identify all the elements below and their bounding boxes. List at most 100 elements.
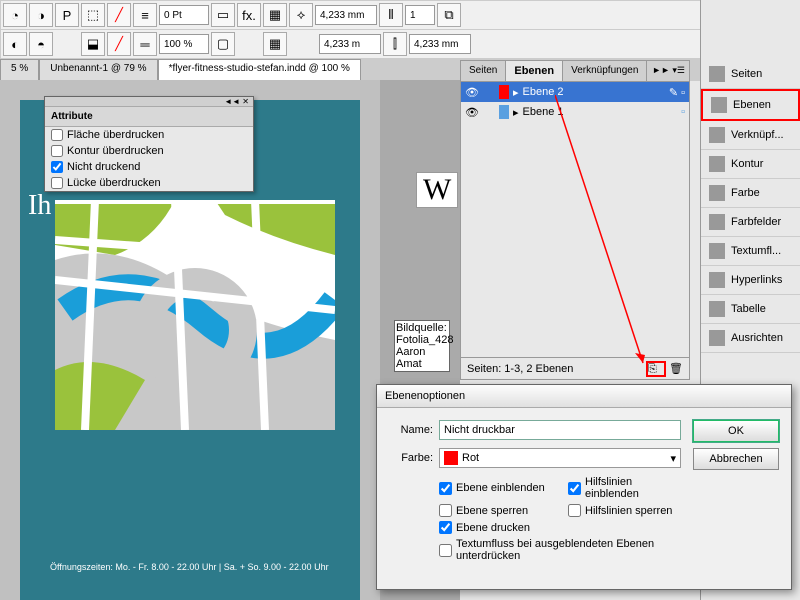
effects-icon[interactable]: ▭ [211, 3, 235, 27]
layers-footer: Seiten: 1-3, 2 Ebenen ⎘ 🗑 [461, 357, 689, 379]
suppress-wrap-check[interactable] [439, 544, 452, 557]
expand-icon[interactable]: ▸ [513, 86, 519, 99]
gutter-icon[interactable]: ⫿ [383, 32, 407, 56]
table-icon [709, 301, 725, 317]
label: Farbe [731, 187, 760, 199]
stroke-icon[interactable]: ╱ [107, 3, 131, 27]
nonprinting-check[interactable] [51, 161, 63, 173]
fx-icon[interactable]: fx. [237, 3, 261, 27]
name-label: Name: [389, 424, 433, 436]
links-tab[interactable]: Verknüpfungen [563, 61, 647, 81]
width-input[interactable] [315, 5, 377, 25]
fill-icon[interactable]: ╱ [107, 32, 131, 56]
layers-dockbtn[interactable]: Ebenen [701, 89, 800, 121]
panel-menu-icon[interactable]: ►► ▾☰ [648, 61, 689, 81]
ok-button[interactable]: OK [693, 420, 779, 442]
credit-line: Fotolia_428 [396, 334, 448, 346]
columns-icon[interactable]: ⫴ [379, 3, 403, 27]
wrap2-icon[interactable]: ▦ [263, 32, 287, 56]
tool-icon[interactable]: ◔ [3, 3, 27, 27]
overprint-stroke-check[interactable] [51, 145, 63, 157]
zoom-input[interactable] [159, 34, 209, 54]
show-layer-check[interactable] [439, 482, 452, 495]
expand-icon[interactable]: ▸ [513, 106, 519, 119]
print-layer-check[interactable] [439, 521, 452, 534]
tool-icon[interactable]: ◓ [29, 32, 53, 56]
page-text: Ih [28, 190, 51, 222]
table-dockbtn[interactable]: Tabelle [701, 295, 800, 324]
layer-name[interactable]: Ebene 1 [523, 106, 564, 118]
shadow-icon[interactable]: ▢ [211, 32, 235, 56]
check-label: Nicht druckend [67, 161, 140, 173]
hyperlinks-icon [709, 272, 725, 288]
cols-input[interactable] [405, 5, 435, 25]
layer-color-select[interactable]: Rot ▾ [439, 448, 681, 468]
layer-row-selected[interactable]: 👁 ▸ Ebene 2 ✎ ▫ [461, 82, 689, 102]
links-icon [709, 127, 725, 143]
label: Seiten [731, 68, 762, 80]
vtool-icon[interactable]: ⬓ [81, 32, 105, 56]
tool-icon[interactable]: ◐ [3, 32, 27, 56]
doc-tab-active[interactable]: *flyer-fitness-studio-stefan.indd @ 100 … [158, 59, 361, 81]
stroke-weight-input[interactable] [159, 5, 209, 25]
check-label: Kontur überdrucken [67, 145, 164, 157]
overprint-gap-check[interactable] [51, 177, 63, 189]
opening-hours: Öffnungszeiten: Mo. - Fr. 8.00 - 22.00 U… [50, 562, 329, 572]
stroke-dockbtn[interactable]: Kontur [701, 150, 800, 179]
tool-icon[interactable]: ◑ [29, 3, 53, 27]
links-dockbtn[interactable]: Verknüpf... [701, 121, 800, 150]
dialog-title: Ebenenoptionen [377, 385, 791, 408]
height-input[interactable] [319, 34, 381, 54]
label: Verknüpf... [731, 129, 784, 141]
align-icon[interactable]: ⬚ [81, 3, 105, 27]
pen-icon: ✎ ▫ [669, 86, 685, 99]
doc-tab[interactable]: 5 % [0, 59, 39, 81]
dropdown-icon: ▾ [670, 452, 676, 465]
lock-guides-check[interactable] [568, 504, 581, 517]
label: Tabelle [731, 303, 766, 315]
hyperlinks-dockbtn[interactable]: Hyperlinks [701, 266, 800, 295]
overprint-fill-check[interactable] [51, 129, 63, 141]
stroke-icon[interactable]: ≡ [133, 3, 157, 27]
check-label: Ebene sperren [456, 505, 528, 517]
wrap-icon[interactable]: ▦ [263, 3, 287, 27]
crop-icon[interactable]: ⟡ [289, 3, 313, 27]
gutter-input[interactable] [409, 34, 471, 54]
delete-layer-icon[interactable]: 🗑 [669, 363, 683, 375]
visibility-icon[interactable]: 👁 [465, 106, 479, 119]
color-dockbtn[interactable]: Farbe [701, 179, 800, 208]
layer-options-dialog[interactable]: Ebenenoptionen Name: Farbe: Rot ▾ Ebene … [376, 384, 792, 590]
layer-color-swatch [499, 85, 509, 99]
visibility-icon[interactable]: 👁 [465, 86, 479, 99]
show-guides-check[interactable] [568, 482, 581, 495]
pages-dockbtn[interactable]: Seiten [701, 60, 800, 89]
layers-panel[interactable]: Seiten Ebenen Verknüpfungen ►► ▾☰ 👁 ▸ Eb… [460, 60, 690, 380]
new-layer-button[interactable]: ⎘ [646, 361, 666, 377]
stroke-type-icon[interactable]: ═ [133, 32, 157, 56]
align-dockbtn[interactable]: Ausrichten [701, 324, 800, 353]
layer-name-input[interactable] [439, 420, 681, 440]
textwrap-icon [709, 243, 725, 259]
layers-tab[interactable]: Ebenen [506, 61, 563, 81]
map-image[interactable] [55, 200, 335, 430]
color-icon [709, 185, 725, 201]
credit-line: Aaron Amat [396, 346, 448, 370]
align-icon [709, 330, 725, 346]
control-bar-1: ◔ ◑ P ⬚ ╱ ≡ ▭ fx. ▦ ⟡ ⫴ ⧉ [0, 0, 800, 30]
layer-row[interactable]: 👁 ▸ Ebene 1 ▫ [461, 102, 689, 122]
misc-icon[interactable]: ⧉ [437, 3, 461, 27]
pages-tab[interactable]: Seiten [461, 61, 506, 81]
label: Farbfelder [731, 216, 781, 228]
panel-collapse-icon[interactable]: ◄◄ ✕ [45, 97, 253, 107]
doc-tab[interactable]: Unbenannt-1 @ 79 % [39, 59, 157, 81]
panel-title: Attribute [45, 107, 253, 127]
swatches-dockbtn[interactable]: Farbfelder [701, 208, 800, 237]
cancel-button[interactable]: Abbrechen [693, 448, 779, 470]
textwrap-dockbtn[interactable]: Textumfl... [701, 237, 800, 266]
lock-layer-check[interactable] [439, 504, 452, 517]
target-icon: ▫ [681, 106, 685, 118]
attributes-panel[interactable]: ◄◄ ✕ Attribute Fläche überdrucken Kontur… [44, 96, 254, 192]
map-svg [55, 200, 335, 430]
layer-name[interactable]: Ebene 2 [523, 86, 564, 98]
type-tool-icon[interactable]: P [55, 3, 79, 27]
